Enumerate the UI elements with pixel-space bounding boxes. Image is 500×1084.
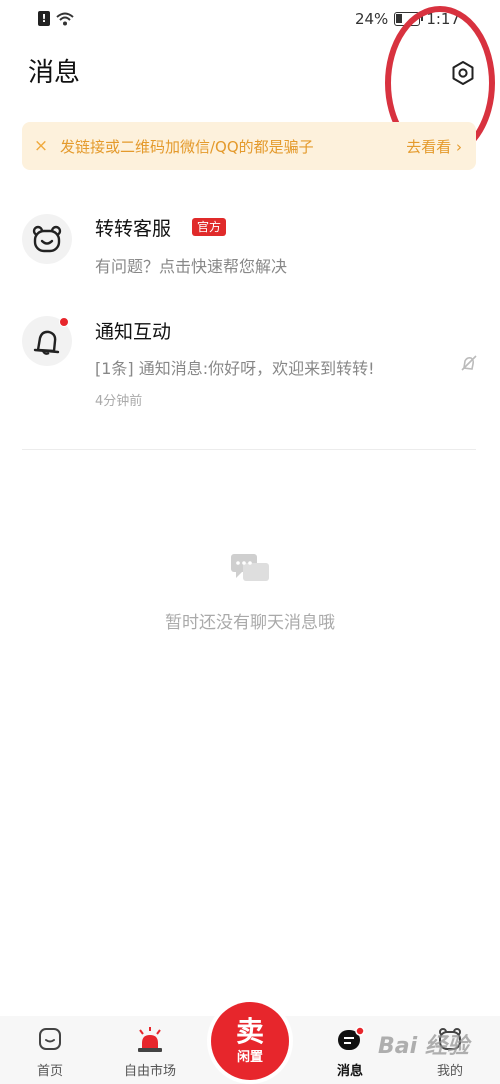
official-badge: 官方 xyxy=(192,218,227,236)
conversation-name: 转转客服 xyxy=(95,218,172,240)
page-title: 消息 xyxy=(28,58,81,88)
sell-main-label: 卖 xyxy=(235,1015,264,1048)
banner-close-button[interactable]: × xyxy=(22,136,60,156)
sim-alert-icon: ! xyxy=(38,11,50,26)
status-bar: ! 24% 1:17 xyxy=(0,0,500,38)
nav-label: 首页 xyxy=(36,1064,63,1079)
sell-sub-label: 闲置 xyxy=(236,1050,263,1065)
divider xyxy=(22,449,476,450)
sell-button[interactable]: 卖 闲置 xyxy=(211,1002,289,1080)
battery-icon xyxy=(394,12,424,26)
message-icon xyxy=(338,1026,365,1050)
battery-percent: 24% xyxy=(354,10,389,28)
empty-chat-icon xyxy=(231,554,269,581)
home-icon xyxy=(39,1028,61,1050)
nav-label: 消息 xyxy=(336,1064,363,1079)
banner-text: 发链接或二维码加微信/QQ的都是骗子 xyxy=(60,137,314,156)
banner-see-more-link[interactable]: 去看看 › xyxy=(406,136,476,157)
conversation-preview: 有问题？点击快速帮您解决 xyxy=(95,257,288,276)
conversation-preview: [1条] 通知消息:你好呀，欢迎来到转转! xyxy=(95,359,375,378)
nav-label: 我的 xyxy=(436,1064,463,1079)
clock: 1:17 xyxy=(426,10,460,28)
bell-icon xyxy=(33,330,60,355)
unread-dot xyxy=(59,317,69,327)
wifi-icon xyxy=(56,12,74,25)
empty-state-text: 暂时还没有聊天消息哦 xyxy=(165,613,335,633)
settings-button[interactable] xyxy=(446,56,480,90)
avatar xyxy=(22,214,72,264)
scam-warning-banner: × 发链接或二维码加微信/QQ的都是骗子 去看看 › xyxy=(22,122,476,170)
siren-icon xyxy=(138,1027,162,1052)
nav-label: 自由市场 xyxy=(123,1064,176,1079)
nav-free-market[interactable]: 自由市场 xyxy=(110,1016,190,1084)
conversation-time: 4分钟前 xyxy=(95,394,143,409)
settings-hexagon-icon xyxy=(452,61,474,85)
mute-bell-icon xyxy=(461,355,477,371)
baidu-watermark: Bai 经验 xyxy=(378,1034,469,1059)
conversation-name: 通知互动 xyxy=(95,321,172,343)
nav-home[interactable]: 首页 xyxy=(10,1016,90,1084)
bear-face-icon xyxy=(32,225,62,253)
